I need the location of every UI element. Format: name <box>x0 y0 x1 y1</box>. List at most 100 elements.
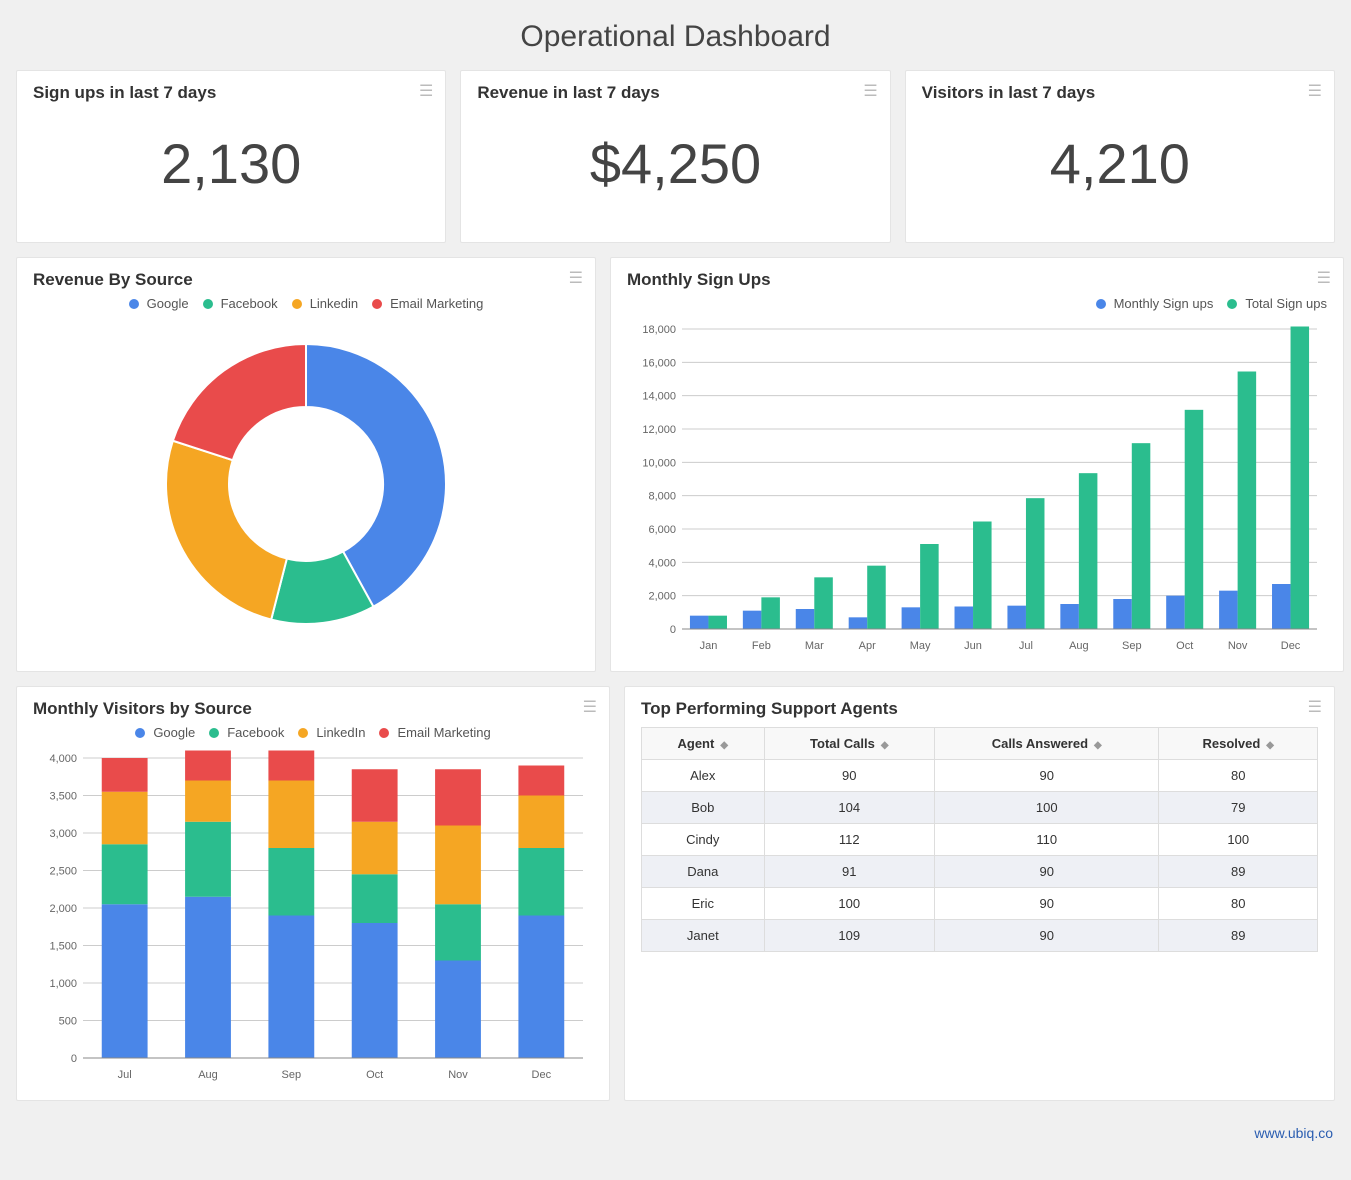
svg-text:6,000: 6,000 <box>648 524 676 536</box>
table-header[interactable]: Calls Answered◆ <box>934 728 1159 760</box>
svg-text:Nov: Nov <box>1228 640 1248 652</box>
table-cell: Janet <box>642 920 765 952</box>
legend-item[interactable]: Monthly Sign ups <box>1096 296 1214 311</box>
svg-text:4,000: 4,000 <box>648 557 676 569</box>
kpi-label: Visitors in last 7 days <box>922 83 1318 103</box>
svg-text:2,500: 2,500 <box>49 866 77 878</box>
table-cell: Bob <box>642 792 765 824</box>
svg-text:8,000: 8,000 <box>648 491 676 503</box>
svg-text:Nov: Nov <box>448 1069 468 1081</box>
table-cell: 100 <box>934 792 1159 824</box>
table-cell: 79 <box>1159 792 1318 824</box>
table-cell: 104 <box>764 792 934 824</box>
table-row: Eric1009080 <box>642 888 1318 920</box>
table-cell: 109 <box>764 920 934 952</box>
panel-title: Top Performing Support Agents <box>641 699 1318 719</box>
svg-text:Sep: Sep <box>1122 640 1142 652</box>
svg-text:14,000: 14,000 <box>642 391 676 403</box>
table-row: Dana919089 <box>642 856 1318 888</box>
svg-text:Oct: Oct <box>1176 640 1193 652</box>
svg-text:1,000: 1,000 <box>49 978 77 990</box>
svg-text:0: 0 <box>71 1053 77 1065</box>
kpi-value: 2,130 <box>33 103 429 230</box>
hamburger-icon[interactable]: ☰ <box>863 81 877 101</box>
legend-item[interactable]: Facebook <box>209 725 284 740</box>
legend-item[interactable]: Email Marketing <box>379 725 490 740</box>
kpi-card-revenue: Revenue in last 7 days ☰ $4,250 <box>460 70 890 243</box>
hamburger-icon[interactable]: ☰ <box>569 268 583 288</box>
chart-legend: Google Facebook LinkedIn Email Marketing <box>33 725 593 740</box>
svg-text:2,000: 2,000 <box>648 591 676 603</box>
table-cell: 90 <box>934 760 1159 792</box>
legend-item[interactable]: Facebook <box>203 296 278 311</box>
agents-table: Agent◆Total Calls◆Calls Answered◆Resolve… <box>641 727 1318 952</box>
panel-title: Monthly Visitors by Source <box>33 699 593 719</box>
svg-text:Aug: Aug <box>1069 640 1089 652</box>
table-cell: 112 <box>764 824 934 856</box>
svg-text:Sep: Sep <box>282 1069 302 1081</box>
svg-text:Jan: Jan <box>700 640 718 652</box>
legend-item[interactable]: Google <box>129 296 189 311</box>
kpi-label: Sign ups in last 7 days <box>33 83 429 103</box>
hamburger-icon[interactable]: ☰ <box>583 697 597 717</box>
sort-icon: ◆ <box>881 740 889 751</box>
panel-title: Monthly Sign Ups <box>627 270 1327 290</box>
legend-item[interactable]: Email Marketing <box>372 296 483 311</box>
svg-text:3,500: 3,500 <box>49 791 77 803</box>
svg-text:Aug: Aug <box>198 1069 218 1081</box>
svg-text:500: 500 <box>59 1016 77 1028</box>
svg-text:3,000: 3,000 <box>49 828 77 840</box>
table-cell: 91 <box>764 856 934 888</box>
table-cell: 89 <box>1159 920 1318 952</box>
panel-monthly-visitors: Monthly Visitors by Source ☰ Google Faceb… <box>16 686 610 1101</box>
legend-item[interactable]: Linkedin <box>292 296 358 311</box>
svg-text:0: 0 <box>670 624 676 636</box>
table-cell: 90 <box>934 856 1159 888</box>
panel-monthly-signups: Monthly Sign Ups ☰ Monthly Sign ups Total… <box>610 257 1344 672</box>
stacked-bar-chart: 05001,0001,5002,0002,5003,0003,5004,000J… <box>33 748 593 1088</box>
kpi-card-signups: Sign ups in last 7 days ☰ 2,130 <box>16 70 446 243</box>
table-cell: Dana <box>642 856 765 888</box>
table-cell: Cindy <box>642 824 765 856</box>
page-title: Operational Dashboard <box>16 20 1335 54</box>
sort-icon: ◆ <box>1266 740 1274 751</box>
hamburger-icon[interactable]: ☰ <box>1308 81 1322 101</box>
legend-item[interactable]: Google <box>135 725 195 740</box>
svg-text:10,000: 10,000 <box>642 457 676 469</box>
table-cell: 90 <box>934 888 1159 920</box>
grouped-bar-chart: 0 2,000 4,000 6,000 8,000 10,000 12,000 14,000 1… <box>627 319 1327 659</box>
table-cell: 100 <box>764 888 934 920</box>
donut-chart <box>141 319 471 649</box>
table-row: Bob10410079 <box>642 792 1318 824</box>
svg-text:Feb: Feb <box>752 640 771 652</box>
panel-top-agents: Top Performing Support Agents ☰ Agent◆To… <box>624 686 1335 1101</box>
chart-legend: Monthly Sign ups Total Sign ups <box>627 296 1327 311</box>
svg-text:Jul: Jul <box>1019 640 1033 652</box>
table-header[interactable]: Resolved◆ <box>1159 728 1318 760</box>
svg-text:Mar: Mar <box>805 640 824 652</box>
table-cell: 110 <box>934 824 1159 856</box>
table-row: Alex909080 <box>642 760 1318 792</box>
svg-text:18,000: 18,000 <box>642 324 676 336</box>
kpi-value: 4,210 <box>922 103 1318 230</box>
legend-item[interactable]: Total Sign ups <box>1227 296 1327 311</box>
table-row: Cindy112110100 <box>642 824 1318 856</box>
table-cell: 90 <box>934 920 1159 952</box>
kpi-label: Revenue in last 7 days <box>477 83 873 103</box>
chart-row-2: Monthly Visitors by Source ☰ Google Faceb… <box>16 686 1335 1101</box>
hamburger-icon[interactable]: ☰ <box>1308 697 1322 717</box>
svg-text:16,000: 16,000 <box>642 357 676 369</box>
kpi-card-visitors: Visitors in last 7 days ☰ 4,210 <box>905 70 1335 243</box>
kpi-row: Sign ups in last 7 days ☰ 2,130 Revenue … <box>16 70 1335 243</box>
watermark: www.ubiq.co <box>0 1125 1351 1141</box>
hamburger-icon[interactable]: ☰ <box>419 81 433 101</box>
panel-revenue-by-source: Revenue By Source ☰ GoogleFacebookLinked… <box>16 257 596 672</box>
table-header[interactable]: Agent◆ <box>642 728 765 760</box>
svg-text:Apr: Apr <box>859 640 876 652</box>
sort-icon: ◆ <box>720 740 728 751</box>
hamburger-icon[interactable]: ☰ <box>1317 268 1331 288</box>
svg-text:4,000: 4,000 <box>49 753 77 765</box>
legend-item[interactable]: LinkedIn <box>298 725 365 740</box>
table-header[interactable]: Total Calls◆ <box>764 728 934 760</box>
svg-text:12,000: 12,000 <box>642 424 676 436</box>
